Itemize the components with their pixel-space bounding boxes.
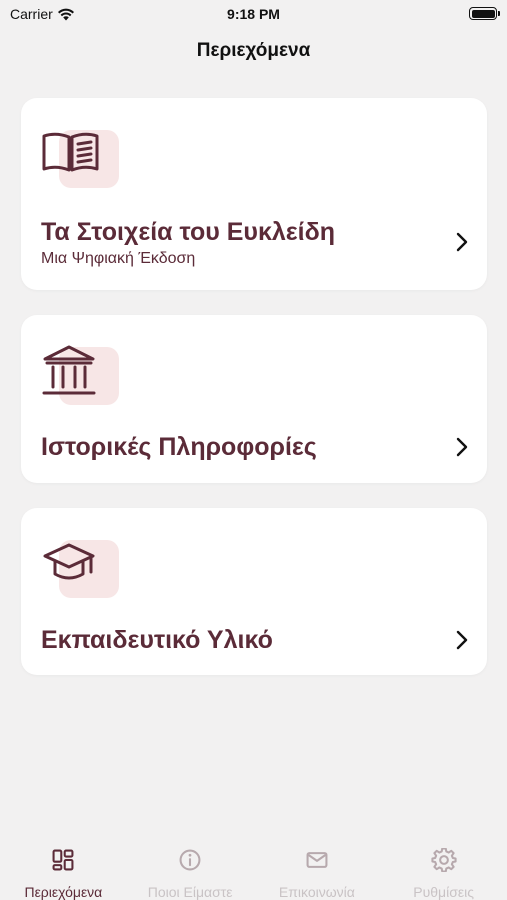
card-icon-wrap	[41, 536, 121, 598]
battery-icon	[469, 7, 500, 20]
page-title: Περιεχόμενα	[196, 40, 311, 61]
card-title: Τα Στοιχεία του Ευκλείδη	[41, 218, 336, 246]
tab-label: Περιεχόμενα	[24, 884, 103, 900]
info-icon	[179, 849, 201, 871]
museum-icon	[42, 345, 96, 395]
chevron-right-icon	[456, 630, 468, 650]
tab-label: Ρυθμίσεις	[413, 884, 474, 900]
card-subtitle: Μια Ψηφιακή Έκδοση	[41, 250, 196, 267]
mail-icon	[306, 852, 328, 868]
card-educational-material[interactable]: Εκπαιδευτικό Υλικό	[21, 508, 487, 675]
dashboard-icon	[52, 849, 74, 871]
card-icon-wrap	[41, 126, 121, 188]
tab-settings[interactable]: Ρυθμίσεις	[380, 838, 507, 900]
card-title: Ιστορικές Πληροφορίες	[41, 433, 317, 461]
tab-label: Ποιοι Είμαστε	[147, 884, 233, 900]
open-book-icon	[42, 132, 99, 172]
status-bar: Carrier 9:18 PM	[0, 0, 507, 28]
chevron-right-icon	[456, 437, 468, 457]
card-historical-info[interactable]: Ιστορικές Πληροφορίες	[21, 315, 487, 483]
tab-contact[interactable]: Επικοινωνία	[254, 838, 381, 900]
tab-bar: Περιεχόμενα Ποιοι Είμαστε Επικοινωνία Ρυ…	[0, 838, 507, 900]
card-icon-wrap	[41, 343, 121, 405]
tab-contents[interactable]: Περιεχόμενα	[0, 838, 127, 900]
card-title: Εκπαιδευτικό Υλικό	[41, 626, 273, 654]
card-euclid-elements[interactable]: Τα Στοιχεία του Ευκλείδη Μια Ψηφιακή Έκδ…	[21, 98, 487, 290]
graduation-cap-icon	[43, 543, 95, 580]
chevron-right-icon	[456, 232, 468, 252]
tab-about-us[interactable]: Ποιοι Είμαστε	[127, 838, 254, 900]
tab-label: Επικοινωνία	[278, 884, 355, 900]
gear-icon	[431, 848, 457, 872]
status-time: 9:18 PM	[227, 6, 280, 22]
